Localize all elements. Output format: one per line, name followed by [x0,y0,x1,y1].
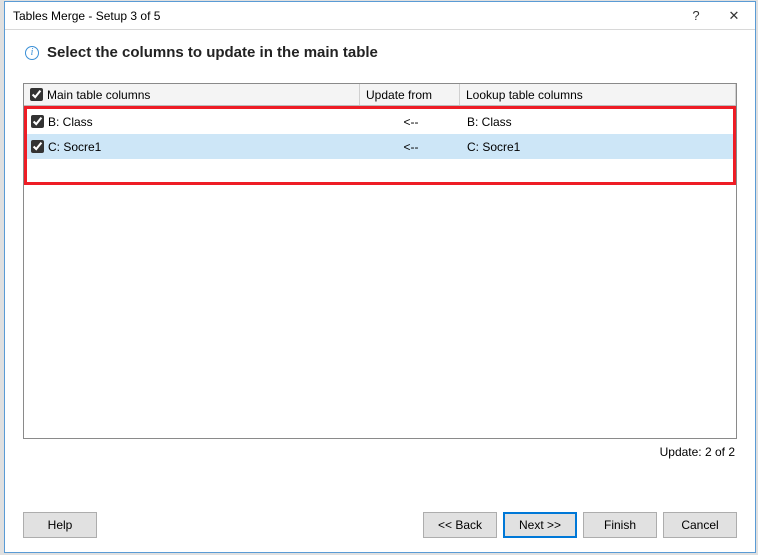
button-bar: Help << Back Next >> Finish Cancel [23,512,737,538]
status-label: Update: 2 of 2 [660,445,735,459]
row-checkbox[interactable] [31,115,44,128]
highlighted-rows: B: Class <-- B: Class C: Socre1 <-- C: S… [24,106,736,185]
back-button[interactable]: << Back [423,512,497,538]
table-header-row: Main table columns Update from Lookup ta… [24,84,736,106]
next-button-label: Next >> [519,518,561,532]
table-row[interactable]: C: Socre1 <-- C: Socre1 [27,134,733,159]
info-icon: i [25,46,39,60]
finish-button[interactable]: Finish [583,512,657,538]
dialog-content: i Select the columns to update in the ma… [5,30,755,481]
cell-update: <-- [361,140,461,154]
table-row[interactable]: B: Class <-- B: Class [27,109,733,134]
cancel-button-label: Cancel [681,518,718,532]
cell-lookup: C: Socre1 [461,140,733,154]
cancel-button[interactable]: Cancel [663,512,737,538]
cell-update: <-- [361,115,461,129]
columns-table: Main table columns Update from Lookup ta… [23,83,737,439]
titlebar: Tables Merge - Setup 3 of 5 ? ✕ [5,2,755,30]
header-update-label: Update from [366,88,432,102]
row-lookup-label: C: Socre1 [467,140,520,154]
cell-main: C: Socre1 [27,140,361,154]
header-update-from[interactable]: Update from [360,84,460,105]
header-lookup-label: Lookup table columns [466,88,583,102]
cell-main: B: Class [27,115,361,129]
instruction-row: i Select the columns to update in the ma… [23,44,737,61]
header-lookup-columns[interactable]: Lookup table columns [460,84,736,105]
header-main-label: Main table columns [47,88,150,102]
row-main-label: B: Class [48,115,93,129]
close-button[interactable]: ✕ [715,3,753,29]
row-update-arrow: <-- [404,115,419,129]
row-update-arrow: <-- [404,140,419,154]
status-text: Update: 2 of 2 [23,439,737,467]
window-title: Tables Merge - Setup 3 of 5 [13,9,677,23]
close-icon: ✕ [729,8,740,24]
help-button[interactable]: ? [677,3,715,29]
instruction-text: Select the columns to update in the main… [47,44,378,61]
row-lookup-label: B: Class [467,115,512,129]
header-main-columns[interactable]: Main table columns [24,84,360,105]
cell-lookup: B: Class [461,115,733,129]
finish-button-label: Finish [604,518,636,532]
back-button-label: << Back [438,518,482,532]
help-button-footer[interactable]: Help [23,512,97,538]
row-checkbox[interactable] [31,140,44,153]
next-button[interactable]: Next >> [503,512,577,538]
dialog-window: Tables Merge - Setup 3 of 5 ? ✕ i Select… [4,1,756,553]
help-button-label: Help [48,518,73,532]
help-icon: ? [692,8,699,23]
select-all-checkbox[interactable] [30,88,43,101]
row-main-label: C: Socre1 [48,140,101,154]
